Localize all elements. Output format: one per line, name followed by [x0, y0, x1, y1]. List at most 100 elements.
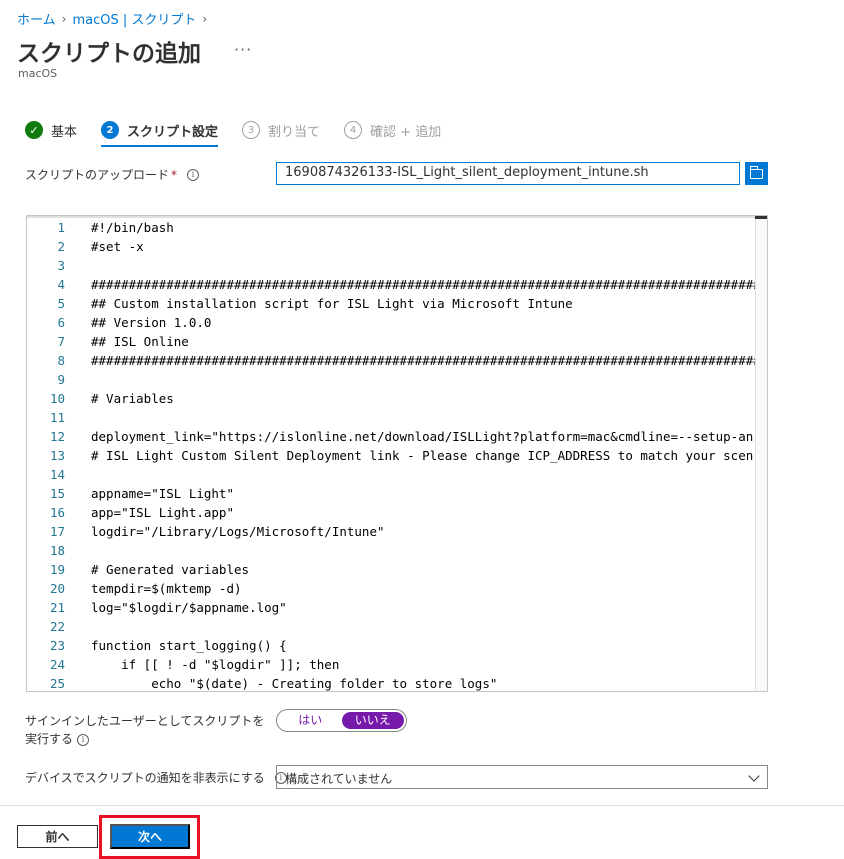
line-number: 10 [49, 391, 65, 406]
line-content [65, 370, 91, 389]
breadcrumb-home-link[interactable]: ホーム [17, 9, 56, 28]
line-number: 1 [57, 220, 65, 235]
code-line: 8 #######################################… [27, 351, 767, 370]
line-content: ########################################… [91, 277, 768, 292]
line-number: 21 [49, 600, 65, 615]
footer-divider [0, 805, 844, 806]
code-line: 1 #!/bin/bash [27, 218, 755, 237]
line-number: 14 [49, 467, 65, 482]
editor-scrollbar[interactable] [755, 216, 767, 691]
toggle-option-yes[interactable]: はい [279, 712, 342, 729]
step-review-add[interactable]: 4 確認 + 追加 [344, 119, 441, 141]
line-content: # Generated variables [91, 562, 250, 577]
code-line: 14 [27, 465, 755, 484]
info-icon[interactable]: i [77, 733, 90, 746]
page-title: スクリプトの追加 [17, 41, 201, 67]
code-line: 21 log="$logdir/$appname.log" [27, 598, 755, 617]
code-line: 9 [27, 370, 755, 389]
line-content: tempdir=$(mktemp -d) [91, 581, 242, 596]
line-content: if [[ ! -d "$logdir" ]]; then [91, 657, 340, 672]
line-number: 4 [57, 277, 65, 292]
line-number: 9 [57, 372, 65, 387]
toggle-option-no[interactable]: いいえ [341, 712, 404, 729]
line-number: 15 [49, 486, 65, 501]
select-value: 構成されていません [285, 772, 393, 786]
code-line: 15 appname="ISL Light" [27, 484, 755, 503]
line-number: 3 [57, 258, 65, 273]
line-content: log="$logdir/$appname.log" [91, 600, 287, 615]
code-line: 24 if [[ ! -d "$logdir" ]]; then [27, 655, 755, 674]
code-line: 10 # Variables [27, 389, 755, 408]
line-number: 6 [57, 315, 65, 330]
line-number: 22 [49, 619, 65, 634]
script-code-editor[interactable]: 1 #!/bin/bash 2 #set -x 3 4 ##################… [26, 215, 768, 692]
run-as-user-label: サインインしたユーザーとしてスクリプトを実行する i [25, 712, 270, 748]
line-number: 25 [49, 676, 65, 691]
more-options-icon[interactable]: ··· [234, 40, 252, 59]
line-content: deployment_link="https://islonline.net/d… [91, 429, 754, 444]
line-content: function start_logging() { [91, 638, 287, 653]
chevron-right-icon: › [202, 11, 208, 26]
wizard-steps: ✓ 基本 2 スクリプト設定 3 割り当て 4 確認 + 追加 [25, 119, 465, 147]
line-number: 16 [49, 505, 65, 520]
line-content [65, 541, 91, 560]
chevron-down-icon [748, 770, 760, 782]
code-line: 6 ## Version 1.0.0 [27, 313, 755, 332]
code-line: 4 #######################################… [27, 275, 767, 294]
line-content: # Variables [91, 391, 174, 406]
run-as-user-toggle[interactable]: はい いいえ [276, 709, 407, 732]
code-line: 13 # ISL Light Custom Silent Deployment l… [27, 446, 755, 465]
checkmark-icon: ✓ [25, 121, 43, 139]
upload-label: スクリプトのアップロード * i [25, 166, 200, 183]
line-number: 11 [49, 410, 65, 425]
step-number: 3 [242, 121, 261, 139]
code-line: 23 function start_logging() { [27, 636, 755, 655]
chevron-right-icon: › [61, 11, 67, 26]
line-content [65, 408, 91, 427]
hide-notifications-label-text: デバイスでスクリプトの通知を非表示にする [25, 771, 265, 785]
line-number: 5 [57, 296, 65, 311]
step-label: 割り当て [268, 124, 321, 140]
line-content [65, 256, 91, 275]
step-number: 4 [344, 121, 363, 139]
hide-notifications-select[interactable]: 構成されていません [276, 765, 768, 789]
code-line: 19 # Generated variables [27, 560, 755, 579]
next-button[interactable]: 次へ [110, 824, 190, 849]
script-file-input[interactable]: 1690874326133-ISL_Light_silent_deploymen… [276, 162, 740, 185]
step-label: スクリプト設定 [127, 124, 219, 140]
breadcrumb: ホーム › macOS | スクリプト › [17, 9, 213, 29]
code-lines: 1 #!/bin/bash 2 #set -x 3 4 ##################… [27, 218, 767, 691]
line-content: appname="ISL Light" [91, 486, 234, 501]
line-number: 24 [49, 657, 65, 672]
required-marker: * [171, 167, 178, 182]
code-line: 11 [27, 408, 755, 427]
line-content: ## ISL Online [91, 334, 189, 349]
code-line: 17 logdir="/Library/Logs/Microsoft/Intune… [27, 522, 755, 541]
step-assignments[interactable]: 3 割り当て [242, 119, 320, 141]
code-line: 7 ## ISL Online [27, 332, 755, 351]
step-basics[interactable]: ✓ 基本 [25, 119, 77, 141]
line-number: 13 [49, 448, 65, 463]
step-script-settings[interactable]: 2 スクリプト設定 [101, 119, 219, 147]
breadcrumb-section-link[interactable]: macOS | スクリプト [72, 9, 196, 28]
step-label: 基本 [51, 124, 78, 140]
code-line: 12 deployment_link="https://islonline.net… [27, 427, 755, 446]
previous-button[interactable]: 前へ [17, 825, 98, 848]
line-number: 8 [57, 353, 65, 368]
line-content: echo "$(date) - Creating folder to store… [91, 676, 498, 691]
line-content: ########################################… [91, 353, 768, 368]
step-label: 確認 + 追加 [370, 124, 442, 140]
line-content: logdir="/Library/Logs/Microsoft/Intune" [91, 524, 385, 539]
code-line: 22 [27, 617, 755, 636]
info-icon[interactable]: i [187, 168, 200, 181]
code-line: 18 [27, 541, 755, 560]
line-number: 17 [49, 524, 65, 539]
browse-file-button[interactable] [745, 162, 768, 185]
line-content [65, 617, 91, 636]
hide-notifications-label: デバイスでスクリプトの通知を非表示にする i [25, 769, 287, 786]
line-content: #set -x [91, 239, 144, 254]
line-content: # ISL Light Custom Silent Deployment lin… [91, 448, 754, 463]
folder-icon [749, 165, 763, 179]
line-number: 19 [49, 562, 65, 577]
code-line: 25 echo "$(date) - Creating folder to st… [27, 674, 755, 691]
